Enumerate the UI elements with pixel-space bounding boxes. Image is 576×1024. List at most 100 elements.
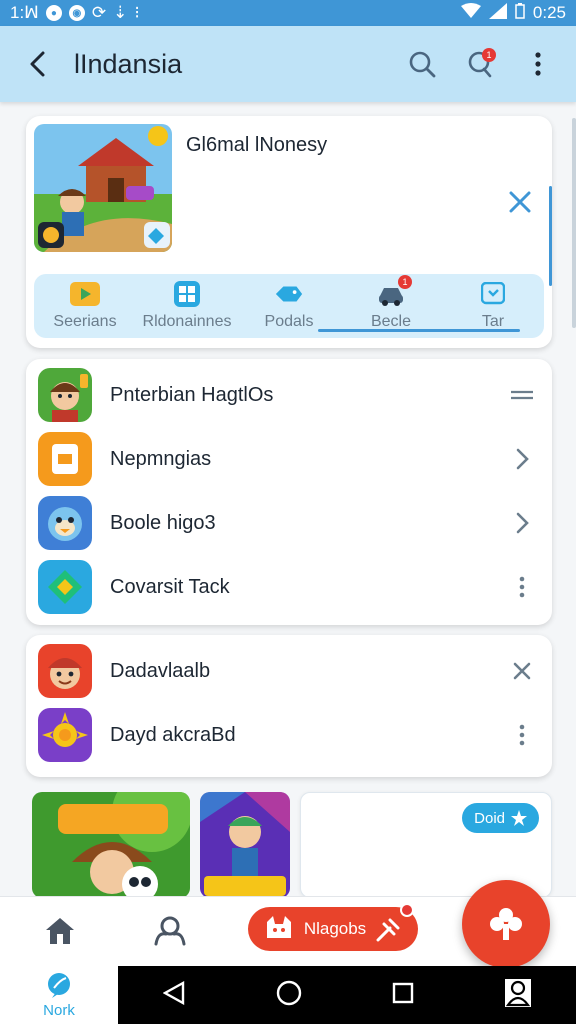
system-home-button[interactable] xyxy=(276,980,302,1011)
system-navigation-bar xyxy=(118,966,576,1024)
overflow-dots-icon: ⁝ xyxy=(134,3,140,22)
list-item-label: Pnterbian HagtlOs xyxy=(110,383,274,406)
drag-handle-button[interactable] xyxy=(508,381,536,409)
tab-label: Seerians xyxy=(53,313,117,330)
nork-label: Nork xyxy=(43,1001,75,1019)
more-vert-icon xyxy=(519,576,525,598)
app-icon xyxy=(38,644,92,698)
nav-home[interactable] xyxy=(36,909,84,953)
list-item[interactable]: Boole higo3 xyxy=(26,491,552,555)
category-tabs: Seerians Rldonainnes Podals 1 Becle Tar xyxy=(34,274,544,338)
status-time: 1:ꟽ xyxy=(10,3,39,22)
feather-chat-icon xyxy=(48,972,70,998)
list-item-label: Covarsit Tack xyxy=(110,575,230,598)
list-item-label: Dadavlaalb xyxy=(110,659,211,682)
list-item[interactable]: Dadavlaalb xyxy=(26,639,552,703)
app-icon xyxy=(38,432,92,486)
game-tile[interactable] xyxy=(200,792,290,898)
search-icon xyxy=(409,51,436,78)
list-item[interactable]: Pnterbian HagtlOs xyxy=(26,363,552,427)
promo-label: Nlagobs xyxy=(303,919,367,938)
page-title: lIndansia xyxy=(74,48,183,79)
featured-title: Gl6mal lNonesy xyxy=(186,134,328,156)
notification-badge: 1 xyxy=(482,48,496,62)
more-vert-icon xyxy=(519,724,525,746)
clover-icon xyxy=(490,908,522,940)
chat-square-icon xyxy=(481,282,505,305)
tab-seerians[interactable]: Seerians xyxy=(34,274,136,338)
drag-handle-icon xyxy=(511,390,533,400)
grid-icon xyxy=(174,281,200,307)
open-button[interactable] xyxy=(508,445,536,473)
pill-label: Doid xyxy=(474,809,505,827)
app-list: Pnterbian HagtlOs Nepmngias Boole higo3 … xyxy=(26,359,552,625)
list-item-label: Boole higo3 xyxy=(110,511,216,534)
fish-icon xyxy=(275,286,303,302)
signal-icon xyxy=(488,2,507,24)
circle-home-icon xyxy=(276,980,301,1005)
notifications-button[interactable]: 1 xyxy=(460,44,500,84)
list-item[interactable]: Nepmngias xyxy=(26,427,552,491)
chevron-right-icon xyxy=(516,512,529,534)
featured-thumbnail[interactable] xyxy=(34,124,172,252)
open-button[interactable] xyxy=(508,509,536,537)
app-icon xyxy=(38,560,92,614)
sync-icon: ⟳ xyxy=(91,3,107,22)
gift-icon xyxy=(376,918,400,942)
tab-active-indicator xyxy=(318,329,520,332)
triangle-back-icon xyxy=(162,980,185,1005)
nav-people[interactable] xyxy=(146,909,194,953)
list-item[interactable]: Dayd akcraBd xyxy=(26,703,552,767)
recent-list: Dadavlaalb Dayd akcraBd xyxy=(26,635,552,777)
home-icon xyxy=(46,918,74,944)
system-account-button[interactable] xyxy=(504,978,531,1012)
promo-button[interactable]: Nlagobs xyxy=(248,903,418,951)
search-button[interactable] xyxy=(402,44,442,84)
rate-pill[interactable]: Doid xyxy=(462,803,539,833)
item-more-button[interactable] xyxy=(508,721,536,749)
app-bar: lIndansia 1 xyxy=(0,26,576,102)
list-item[interactable]: Covarsit Tack xyxy=(26,555,552,619)
game-tile[interactable] xyxy=(32,792,190,898)
remove-button[interactable] xyxy=(508,657,536,685)
tab-label: Rldonainnes xyxy=(142,313,232,330)
status-bar: 1:ꟽ ● ◉ ⟳ ⇣ ⁝ 0:25 xyxy=(0,0,576,26)
scrollbar[interactable] xyxy=(572,118,576,328)
download-icon: ⇣ xyxy=(113,3,128,22)
star-icon xyxy=(511,810,527,826)
list-item-label: Nepmngias xyxy=(110,447,212,470)
message-icon: ◉ xyxy=(68,5,85,21)
system-back-button[interactable] xyxy=(162,980,185,1010)
back-button[interactable] xyxy=(18,44,58,84)
status-clock: 0:25 xyxy=(532,3,566,22)
arrow-left-icon xyxy=(30,51,45,77)
more-vert-icon xyxy=(535,52,541,76)
square-recents-icon xyxy=(393,982,414,1003)
tab-label: Podals xyxy=(264,313,314,330)
chevron-right-icon xyxy=(516,448,529,470)
more-options-button[interactable] xyxy=(518,44,558,84)
card-scroll-indicator xyxy=(549,186,552,286)
battery-icon xyxy=(515,2,525,24)
app-icon xyxy=(38,368,92,422)
people-icon xyxy=(154,916,186,946)
app-icon xyxy=(38,496,92,550)
cat-icon xyxy=(266,916,291,938)
tab-badge: 1 xyxy=(398,275,412,289)
play-icon xyxy=(70,282,100,306)
featured-tiles: Doid xyxy=(32,792,552,898)
wifi-icon xyxy=(460,2,481,24)
close-icon xyxy=(509,191,531,213)
system-recents-button[interactable] xyxy=(392,982,414,1009)
featured-card[interactable]: Gl6mal lNonesy Seerians Rldonainnes Poda… xyxy=(26,116,552,348)
nork-tab[interactable]: Nork xyxy=(0,966,118,1024)
floating-action-button[interactable] xyxy=(462,880,550,968)
app-icon xyxy=(38,708,92,762)
item-more-button[interactable] xyxy=(508,573,536,601)
list-item-label: Dayd akcraBd xyxy=(110,723,236,746)
promo-badge xyxy=(400,903,414,917)
close-icon xyxy=(513,662,531,680)
person-icon xyxy=(504,978,531,1007)
dismiss-button[interactable] xyxy=(502,184,538,220)
tab-rldonainnes[interactable]: Rldonainnes xyxy=(136,274,238,338)
